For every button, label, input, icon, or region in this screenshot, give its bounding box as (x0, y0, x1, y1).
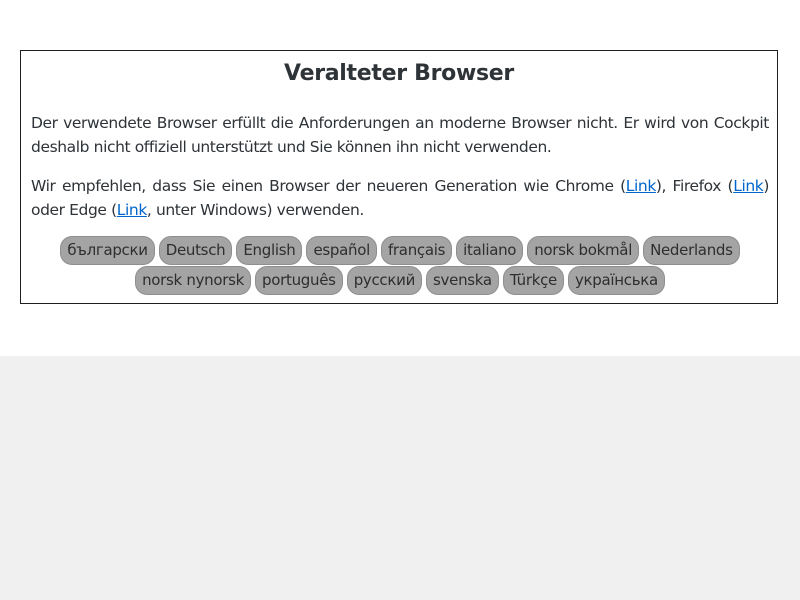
language-button-it[interactable]: italiano (456, 236, 524, 265)
language-button-sv[interactable]: svenska (426, 266, 499, 295)
firefox-link[interactable]: Link (733, 177, 764, 195)
language-button-uk[interactable]: українська (567, 266, 665, 295)
language-button-pt[interactable]: português (255, 266, 343, 295)
language-button-ru[interactable]: русский (346, 266, 423, 295)
language-button-es[interactable]: español (306, 236, 377, 265)
recommendation-text: , unter Windows) verwenden. (146, 201, 364, 219)
notice-paragraph-recommendation: Wir empfehlen, dass Sie einen Browser de… (31, 174, 769, 222)
outdated-browser-notice: Veralteter Browser Der verwendete Browse… (20, 50, 778, 304)
language-button-fr[interactable]: français (380, 236, 453, 265)
language-button-nl[interactable]: Nederlands (643, 236, 740, 265)
language-selector: български Deutsch English español frança… (31, 236, 769, 295)
language-button-nb[interactable]: norsk bokmål (527, 236, 640, 265)
recommendation-text: Wir empfehlen, dass Sie einen Browser de… (31, 177, 626, 195)
language-button-de[interactable]: Deutsch (158, 236, 233, 265)
language-button-nn[interactable]: norsk nynorsk (135, 266, 252, 295)
language-button-tr[interactable]: Türkçe (502, 266, 564, 295)
language-button-en[interactable]: English (236, 236, 303, 265)
language-button-bg[interactable]: български (60, 236, 155, 265)
content-area: Veralteter Browser Der verwendete Browse… (0, 0, 800, 356)
chrome-link[interactable]: Link (626, 177, 657, 195)
edge-link[interactable]: Link (117, 201, 148, 219)
notice-paragraph-requirements: Der verwendete Browser erfüllt die Anfor… (31, 114, 769, 156)
recommendation-text: ), Firefox ( (655, 177, 734, 195)
page-title: Veralteter Browser (284, 61, 514, 86)
